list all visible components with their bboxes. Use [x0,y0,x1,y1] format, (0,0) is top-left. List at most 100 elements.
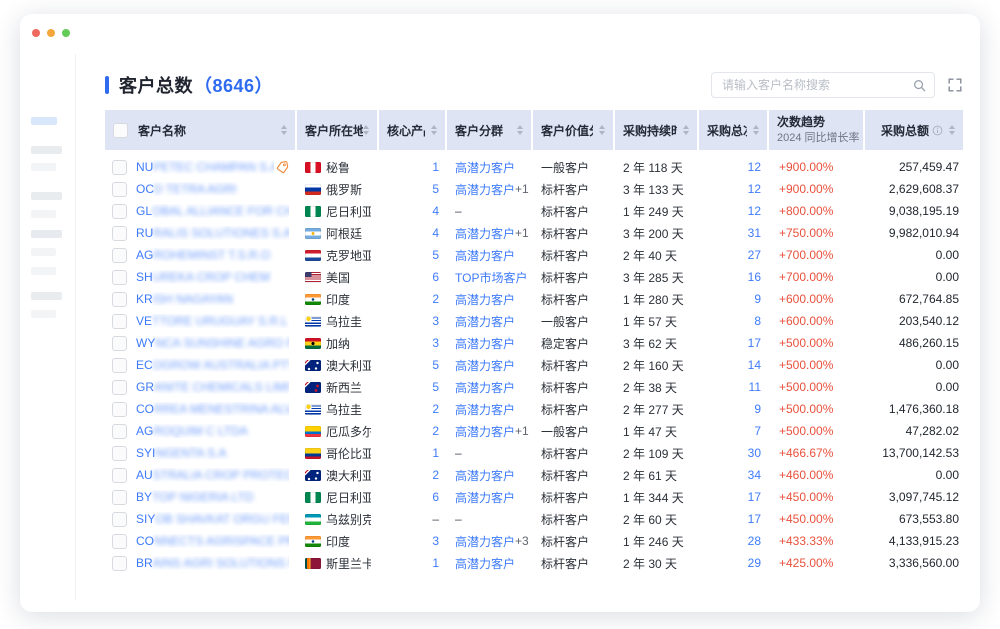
customer-name-link[interactable]: SIYOB SHAVKAT ORGU FERMERX... [136,512,289,526]
core-products-count[interactable]: 2 [432,292,439,306]
sort-icon[interactable] [753,125,759,135]
core-products-count[interactable]: 6 [432,490,439,504]
segment-link[interactable]: 高潜力客户 [455,401,515,418]
segment-link[interactable]: 高潜力客户 [455,467,515,484]
customer-name-link[interactable]: BRAINS AGRI SOLUTIONS PVTLTD [136,556,289,570]
row-checkbox[interactable] [112,402,127,417]
column-header-trend[interactable]: 次数趋势2024 同比增长率 [769,110,865,150]
row-checkbox[interactable] [112,380,127,395]
row-checkbox[interactable] [112,556,127,571]
purchase-count[interactable]: 7 [754,424,761,438]
customer-name-link[interactable]: BYTOP NIGERIA LTD [136,490,289,504]
segment-link[interactable]: 高潜力客户 [455,335,515,352]
purchase-count[interactable]: 27 [748,248,761,262]
minimize-button[interactable] [47,29,55,37]
core-products-count[interactable]: 4 [432,204,439,218]
purchase-count[interactable]: 16 [748,270,761,284]
select-all-checkbox[interactable] [113,123,128,138]
column-header-amount[interactable]: 采购总额 [865,110,963,150]
core-products-count[interactable]: 5 [432,248,439,262]
segment-link[interactable]: 高潜力客户 [455,423,515,440]
customer-name-link[interactable]: AGROQUIM C LTDA [136,424,289,438]
row-checkbox[interactable] [112,512,127,527]
column-header-segment[interactable]: 客户分群 [447,110,533,150]
purchase-count[interactable]: 12 [748,182,761,196]
sidebar-skeleton-item[interactable] [31,267,56,275]
purchase-count[interactable]: 11 [749,380,761,394]
sort-icon[interactable] [949,125,955,135]
customer-name-link[interactable]: CORREA MENESTRINA ALVAROR... [136,402,289,416]
customer-name-link[interactable]: CONNECTS AGRISPACE PRIVATE ... [136,534,289,548]
segment-link[interactable]: 高潜力客户 [455,247,515,264]
purchase-count[interactable]: 17 [748,512,761,526]
core-products-count[interactable]: 3 [432,314,439,328]
row-checkbox[interactable] [112,424,127,439]
segment-link[interactable]: 高潜力客户 [455,379,515,396]
row-checkbox[interactable] [112,182,127,197]
row-checkbox[interactable] [112,534,127,549]
segment-link[interactable]: 高潜力客户 [455,313,515,330]
customer-name-link[interactable]: VETTORE URUGUAY S.R.L [136,314,289,328]
customer-name-link[interactable]: WYNCA SUNSHINE AGRO PRODU... [136,336,289,350]
purchase-count[interactable]: 29 [748,556,761,570]
core-products-count[interactable]: 1 [432,160,439,174]
core-products-count[interactable]: 4 [432,226,439,240]
core-products-count[interactable]: 5 [432,358,439,372]
customer-name-link[interactable]: GRANITE CHEMICALS LIMITED [136,380,289,394]
purchase-count[interactable]: 17 [748,336,761,350]
segment-link[interactable]: 高潜力客户 [455,159,515,176]
sidebar-skeleton-item[interactable] [31,248,56,256]
customer-name-link[interactable]: SHUREKA CROP CHEM [136,270,289,284]
purchase-count[interactable]: 17 [748,490,761,504]
sort-icon[interactable] [683,125,689,135]
sidebar-skeleton-item[interactable] [31,146,62,154]
row-checkbox[interactable] [112,358,127,373]
search-icon[interactable] [913,79,926,92]
segment-link[interactable]: 高潜力客户 [455,489,515,506]
segment-link[interactable]: 高潜力客户 [455,357,515,374]
purchase-count[interactable]: 28 [748,534,761,548]
search-input[interactable] [720,77,907,93]
column-header-duration[interactable]: 采购持续时间 [615,110,699,150]
sort-icon[interactable] [281,125,287,135]
sidebar-skeleton-item[interactable] [31,163,56,171]
customer-name-link[interactable]: AUSTRALIA CROP PROTECTIONP... [136,468,289,482]
sort-icon[interactable] [363,125,369,135]
purchase-count[interactable]: 8 [754,314,761,328]
core-products-count[interactable]: 2 [432,468,439,482]
row-checkbox[interactable] [112,468,127,483]
customer-name-link[interactable]: SYINGENTA S.A [136,446,289,460]
sidebar-skeleton-item[interactable] [31,210,56,218]
core-products-count[interactable]: 2 [432,402,439,416]
customer-name-link[interactable]: OCD TETRA AGRI [136,182,289,196]
segment-link[interactable]: 高潜力客户 [455,533,515,550]
customer-name-link[interactable]: NUPETEC CHAMPAN S.A.C [136,160,274,174]
sort-icon[interactable] [517,125,523,135]
row-checkbox[interactable] [112,490,127,505]
segment-link[interactable]: 高潜力客户 [455,555,515,572]
core-products-count[interactable]: 3 [432,336,439,350]
core-products-count[interactable]: 5 [432,380,439,394]
sidebar-skeleton-item-active[interactable] [31,117,57,125]
column-header-core[interactable]: 核心产品 [379,110,447,150]
sort-icon[interactable] [599,125,605,135]
segment-link[interactable]: TOP市场客户 [455,269,527,286]
sort-icon[interactable] [431,125,437,135]
purchase-count[interactable]: 9 [754,292,761,306]
zoom-button[interactable] [62,29,70,37]
purchase-count[interactable]: 12 [748,204,761,218]
segment-link[interactable]: 高潜力客户 [455,181,515,198]
row-checkbox[interactable] [112,226,127,241]
row-checkbox[interactable] [112,204,127,219]
sidebar-skeleton-item[interactable] [31,192,62,200]
purchase-count[interactable]: 12 [748,160,761,174]
customer-name-link[interactable]: KRISH NAGAYAN [136,292,289,306]
segment-link[interactable]: 高潜力客户 [455,225,515,242]
row-checkbox[interactable] [112,446,127,461]
column-header-location[interactable]: 客户所在地 [297,110,379,150]
column-header-count[interactable]: 采购总次数 [699,110,769,150]
row-checkbox[interactable] [112,248,127,263]
column-header-tier[interactable]: 客户价值分层 [533,110,615,150]
customer-name-link[interactable]: RURALIS SOLUTIONES S.A [136,226,289,240]
purchase-count[interactable]: 9 [754,402,761,416]
